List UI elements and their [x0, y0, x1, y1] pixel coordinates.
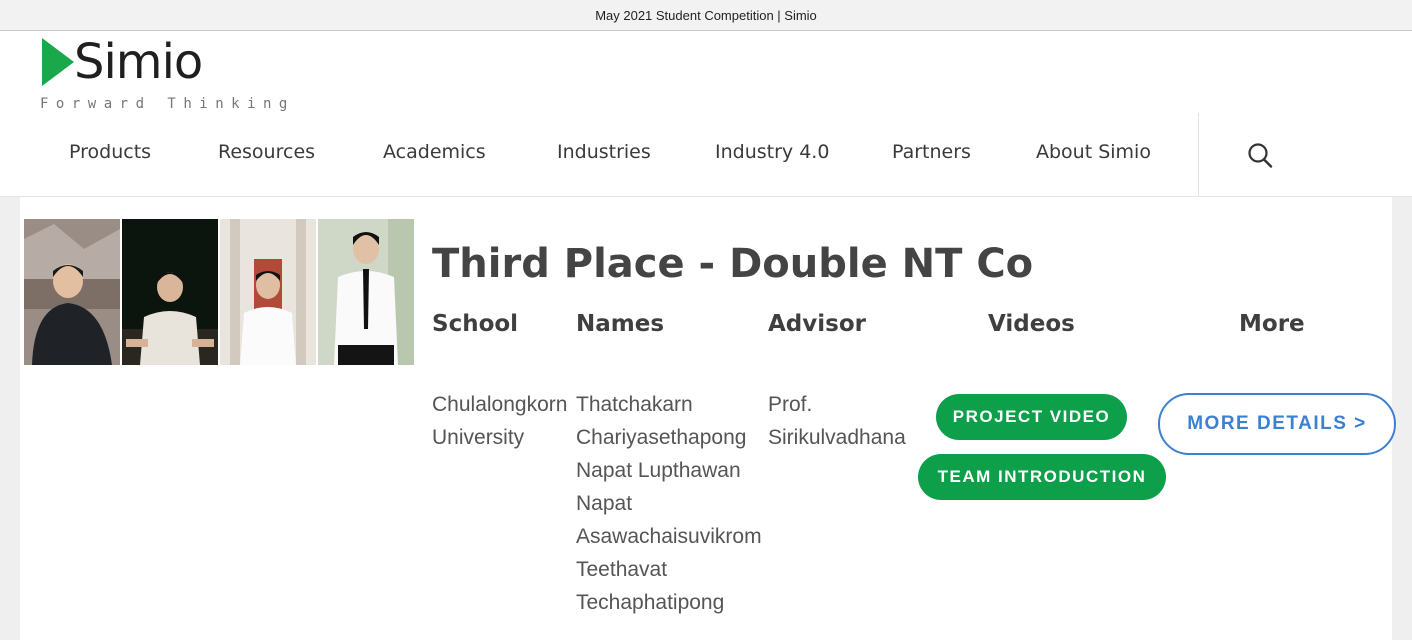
- names-line: Techaphatipong: [576, 591, 725, 614]
- site-header: Simio Forward Thinking Products Resource…: [0, 31, 1412, 197]
- names-cell: Thatchakarn Chariyasethapong Napat Lupth…: [576, 388, 762, 619]
- school-cell: Chulalongkorn University: [432, 388, 567, 454]
- nav-partners[interactable]: Partners: [892, 141, 971, 163]
- search-icon: [1248, 143, 1273, 168]
- team-photo-4: [318, 219, 414, 365]
- nav-about-simio[interactable]: About Simio: [1036, 141, 1151, 163]
- nav-industry-4-0[interactable]: Industry 4.0: [715, 141, 829, 163]
- names-line: Asawachaisuvikrom: [576, 525, 762, 548]
- names-line: Chariyasethapong: [576, 426, 747, 449]
- team-photo-3: [220, 219, 316, 365]
- column-header-videos: Videos: [988, 311, 1075, 337]
- project-video-button[interactable]: PROJECT VIDEO: [936, 394, 1127, 440]
- column-header-advisor: Advisor: [768, 311, 866, 337]
- names-line: Thatchakarn: [576, 393, 693, 416]
- nav-industries[interactable]: Industries: [557, 141, 651, 163]
- logo-tagline: Forward Thinking: [40, 96, 295, 112]
- names-line: Napat: [576, 492, 633, 515]
- team-photo-1: [24, 219, 120, 365]
- main-nav: Products Resources Academics Industries …: [0, 123, 1198, 195]
- team-photos: [24, 219, 414, 365]
- advisor-cell: Prof. Sirikulvadhana: [768, 388, 906, 454]
- more-details-button[interactable]: MORE DETAILS >: [1158, 393, 1396, 455]
- advisor-line: Prof.: [768, 393, 813, 416]
- nav-resources[interactable]: Resources: [218, 141, 315, 163]
- simio-logo[interactable]: Simio Forward Thinking: [40, 34, 300, 114]
- browser-tab-title: May 2021 Student Competition | Simio: [595, 7, 817, 23]
- team-photo-2: [122, 219, 218, 365]
- school-line: Chulalongkorn: [432, 393, 568, 416]
- names-line: Teethavat: [576, 558, 668, 581]
- search-button[interactable]: [1245, 141, 1275, 171]
- team-introduction-button[interactable]: TEAM INTRODUCTION: [918, 454, 1166, 500]
- names-line: Napat Lupthawan: [576, 459, 741, 482]
- entry-title: Third Place - Double NT Co: [432, 241, 1034, 287]
- nav-divider: [1198, 113, 1199, 197]
- school-line: University: [432, 426, 525, 449]
- browser-tab-bar: May 2021 Student Competition | Simio: [0, 0, 1412, 31]
- column-header-school: School: [432, 311, 519, 337]
- logo-wordmark: Simio: [74, 34, 203, 90]
- nav-academics[interactable]: Academics: [383, 141, 486, 163]
- advisor-line: Sirikulvadhana: [768, 426, 906, 449]
- competition-entry: Third Place - Double NT Co School Names …: [20, 197, 1396, 640]
- nav-products[interactable]: Products: [69, 141, 151, 163]
- column-header-more: More: [1239, 311, 1305, 337]
- play-triangle-icon: [42, 38, 74, 86]
- column-header-names: Names: [576, 311, 665, 337]
